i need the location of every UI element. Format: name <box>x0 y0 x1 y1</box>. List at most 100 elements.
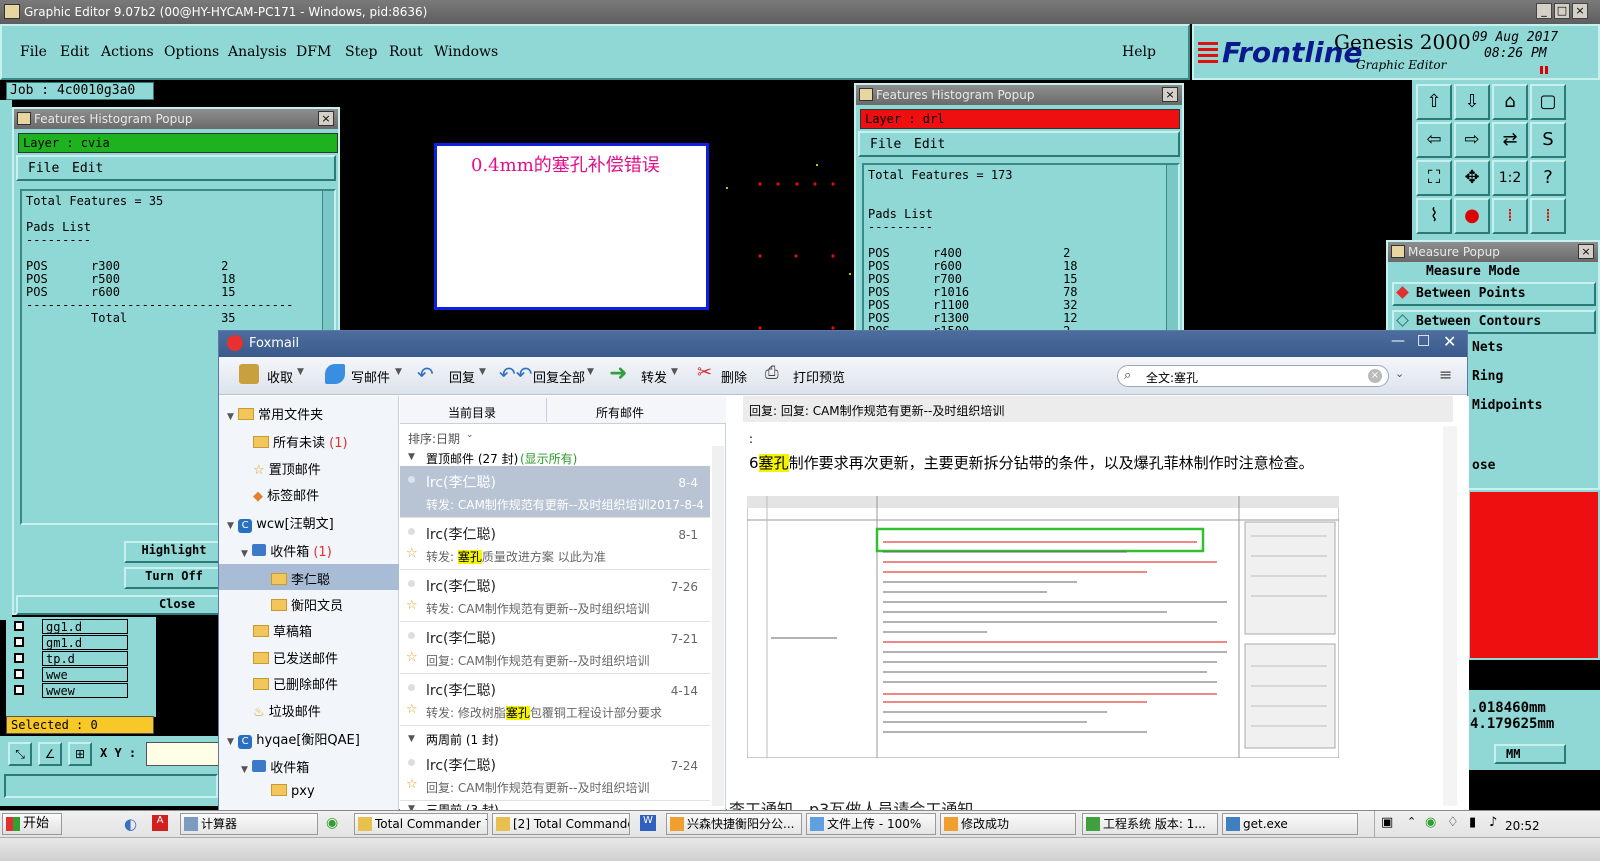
clock[interactable]: 20:52 <box>1505 819 1540 833</box>
taskbar-item[interactable]: 兴森快捷衡阳分公... <box>666 813 802 835</box>
quicklaunch-icon[interactable]: ◉ <box>326 815 338 831</box>
zoom-tool-icon[interactable]: ⤡ <box>8 742 32 766</box>
folder-item[interactable]: 常用文件夹 <box>258 408 323 423</box>
mail-item[interactable]: ☆ lrc(李仁聪) 7-24 回复: CAM制作规范有更新--及时组织培训 <box>400 749 710 801</box>
taskbar-item[interactable]: 工程系统 版本: 1... <box>1082 813 1218 835</box>
print-preview-button[interactable]: 打印预览 <box>793 367 845 386</box>
forward-button[interactable]: 转发 <box>641 367 667 386</box>
mail-item[interactable]: ☆ lrc(李仁聪) 4-14 转发: 修改树脂塞孔包覆铜工程设计部分要求 <box>400 674 710 726</box>
tab-all-mail[interactable]: 所有邮件 <box>596 404 644 421</box>
toolbox-icon[interactable]: ▢ <box>1530 84 1566 120</box>
folder-item[interactable]: 置顶邮件 <box>269 463 321 478</box>
reply-button[interactable]: 回复 <box>449 367 475 386</box>
toolbox-icon[interactable]: ⌇ <box>1416 198 1452 234</box>
clear-search-icon[interactable]: × <box>1368 369 1382 383</box>
histogram-menu-edit[interactable]: Edit <box>72 161 103 176</box>
layer-row[interactable]: wwew <box>42 683 128 698</box>
folder-item[interactable]: 垃圾邮件 <box>269 705 321 720</box>
taskbar-item[interactable]: 计算器 <box>180 813 318 835</box>
chevron-down-icon[interactable]: ▼ <box>587 367 594 377</box>
folder-item[interactable]: pxy <box>291 784 315 799</box>
folder-item[interactable]: 已删除邮件 <box>273 678 338 693</box>
taskbar-item[interactable]: get.exe <box>1222 813 1358 835</box>
close-icon[interactable]: ✕ <box>1443 332 1456 351</box>
toolbox-icon[interactable]: ⁞ <box>1492 198 1528 234</box>
toolbox-icon[interactable]: ⇧ <box>1416 84 1452 120</box>
word-icon[interactable]: W <box>640 815 656 831</box>
folder-item[interactable]: 已发送邮件 <box>273 652 338 667</box>
chevron-down-icon[interactable]: ▼ <box>297 367 304 377</box>
menu-edit[interactable]: Edit <box>60 44 89 60</box>
mail-item[interactable]: ☆ lrc(李仁聪) 7-21 回复: CAM制作规范有更新--及时组织培训 <box>400 622 710 674</box>
ratio-icon[interactable]: 1:2 <box>1492 160 1528 196</box>
network-icon[interactable]: ▮ <box>1469 815 1476 830</box>
scrollbar[interactable] <box>1166 165 1178 331</box>
measure-option[interactable]: Between Points <box>1392 282 1596 306</box>
help-icon[interactable]: ? <box>1530 160 1566 196</box>
tray-icon[interactable]: ▣ <box>1381 815 1393 830</box>
layer-row[interactable]: wwe <box>42 667 128 682</box>
search-options-icon[interactable]: ⌄ <box>1395 367 1404 380</box>
start-button[interactable]: 开始 <box>2 813 62 835</box>
xy-input[interactable] <box>146 742 220 766</box>
fit-icon[interactable]: ⛶ <box>1416 160 1452 196</box>
layer-row[interactable]: gm1.d <box>42 635 128 650</box>
close-button[interactable]: × <box>1572 3 1588 19</box>
taskbar-item[interactable]: [2] Total Commander... <box>492 813 630 835</box>
layer-row[interactable]: tp.d <box>42 651 128 666</box>
taskbar-item[interactable]: Total Commander 7.... <box>354 813 488 835</box>
measure-option[interactable]: Nets <box>1472 340 1503 355</box>
maximize-icon[interactable]: □ <box>1417 332 1430 348</box>
tray-icon[interactable]: ◉ <box>1425 815 1436 830</box>
mail-item-selected[interactable]: lrc(李仁聪) 8-4 转发: CAM制作规范有更新--及时组织培训2017-… <box>400 466 710 518</box>
folder-item[interactable]: 收件箱 <box>270 545 309 560</box>
show-all-link[interactable]: (显示所有) <box>520 450 577 467</box>
group-header[interactable]: 两周前 (1 封) <box>426 731 499 748</box>
toolbox-icon[interactable]: ⇩ <box>1454 84 1490 120</box>
mail-item[interactable]: ☆ lrc(李仁聪) 7-26 转发: CAM制作规范有更新--及时组织培训 <box>400 570 710 622</box>
chevron-down-icon[interactable]: ▼ <box>395 367 402 377</box>
compose-button[interactable]: 写邮件 <box>351 367 390 386</box>
chevron-down-icon[interactable]: ▼ <box>671 367 678 377</box>
histogram-menu-edit[interactable]: Edit <box>914 137 945 152</box>
popup-close-button[interactable]: × <box>1162 87 1178 102</box>
layer-row[interactable]: gg1.d <box>42 619 128 634</box>
volume-icon[interactable]: ♪ <box>1489 815 1497 830</box>
pan-icon[interactable]: ✥ <box>1454 160 1490 196</box>
home-icon[interactable]: ⌂ <box>1492 84 1528 120</box>
group-header[interactable]: 置顶邮件 (27 封) <box>426 450 518 467</box>
angle-tool-icon[interactable]: ∠ <box>38 742 62 766</box>
grid-tool-icon[interactable]: ⊞ <box>68 742 92 766</box>
scrollbar[interactable] <box>712 446 724 806</box>
folder-item[interactable]: 所有未读 <box>273 436 325 451</box>
sort-selector[interactable]: 排序:日期 <box>408 430 460 447</box>
chevron-down-icon[interactable]: ▼ <box>479 367 486 377</box>
search-input[interactable]: 全文:塞孔 <box>1146 369 1198 386</box>
toolbox-icon[interactable]: S <box>1530 122 1566 158</box>
menu-step[interactable]: Step <box>345 44 377 60</box>
measure-option[interactable]: Midpoints <box>1472 398 1542 413</box>
search-box[interactable]: ⌕ 全文:塞孔 × <box>1117 365 1389 387</box>
minimize-button[interactable]: _ <box>1536 3 1552 19</box>
account-item[interactable]: hyqae[衡阳QAE] <box>256 733 360 748</box>
menu-help[interactable]: Help <box>1122 44 1156 60</box>
toolbox-icon[interactable]: ⇄ <box>1492 122 1528 158</box>
pdf-icon[interactable]: A <box>152 815 168 831</box>
delete-button[interactable]: 删除 <box>721 367 747 386</box>
tray-icon[interactable]: ♢ <box>1447 815 1459 830</box>
folder-item-selected[interactable]: 李仁聪 <box>291 573 330 588</box>
toolbox-icon[interactable]: ⇦ <box>1416 122 1452 158</box>
folder-item[interactable]: 草稿箱 <box>273 625 312 640</box>
folder-item[interactable]: 衡阳文员 <box>291 599 343 614</box>
popup-close-button[interactable]: × <box>1578 244 1594 259</box>
measure-close-button[interactable]: ose <box>1472 458 1495 473</box>
folder-item[interactable]: 标签邮件 <box>267 489 319 504</box>
taskbar-item[interactable]: 修改成功 <box>940 813 1076 835</box>
menu-analysis[interactable]: Analysis <box>228 44 287 60</box>
histogram-menu-file[interactable]: File <box>870 137 901 152</box>
histogram-menu-file[interactable]: File <box>28 161 59 176</box>
minimize-icon[interactable]: — <box>1391 333 1405 349</box>
measure-option[interactable]: Ring <box>1472 369 1503 384</box>
unit-selector[interactable]: MM <box>1494 744 1566 764</box>
turn-off-button[interactable]: Turn Off <box>124 567 224 589</box>
